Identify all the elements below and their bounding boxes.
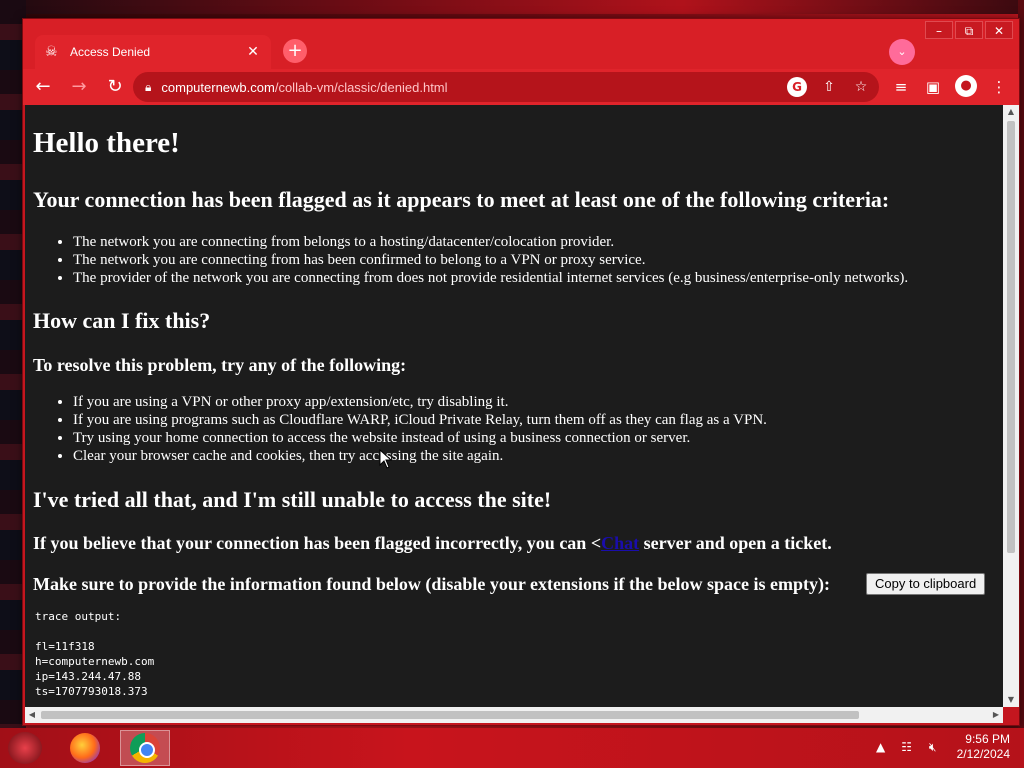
browser-toolbar: ← → ↻ 🔒︎ computernewb.com/collab-vm/clas… [23, 69, 1019, 105]
tried-heading: I've tried all that, and I'm still unabl… [33, 487, 552, 512]
taskbar-chrome[interactable] [120, 730, 170, 766]
firefox-icon [70, 733, 100, 763]
horizontal-scrollbar[interactable]: ◀ ▶ [25, 707, 1003, 723]
trace-label: trace output: [35, 610, 122, 623]
scroll-up-icon[interactable]: ▲ [1003, 105, 1019, 119]
page-viewport: Hello there! Your connection has been fl… [25, 105, 1003, 707]
new-tab-button[interactable]: + [283, 39, 307, 63]
tab-close-icon[interactable]: ✕ [245, 44, 261, 60]
list-item: The network you are connecting from belo… [73, 233, 908, 251]
ticket-paragraph: If you believe that your connection has … [33, 533, 832, 554]
reload-button[interactable]: ↻ [99, 71, 131, 103]
list-item: If you are using a VPN or other proxy ap… [73, 393, 767, 411]
maximize-button[interactable]: ⧉ [955, 21, 983, 39]
copy-to-clipboard-button[interactable]: Copy to clipboard [866, 573, 986, 595]
fixes-list: If you are using a VPN or other proxy ap… [73, 393, 767, 465]
tab-search-button[interactable]: ⌄ [889, 39, 915, 65]
scroll-down-icon[interactable]: ▼ [1003, 693, 1019, 707]
trace-output[interactable]: trace output: fl=11f318 h=computernewb.c… [35, 609, 154, 699]
show-hidden-icons-icon[interactable]: ▲ [873, 740, 889, 754]
forward-button[interactable]: → [63, 71, 95, 103]
vertical-scroll-thumb[interactable] [1007, 121, 1015, 553]
trace-line: ts=1707793018.373 [35, 685, 148, 698]
clock-date: 2/12/2024 [956, 747, 1010, 761]
back-button[interactable]: ← [27, 71, 59, 103]
favicon-icon: ☠ [45, 44, 58, 60]
menu-kebab-icon[interactable]: ⋮ [989, 75, 1009, 99]
list-item: The network you are connecting from has … [73, 251, 908, 269]
url-host: computernewb.com [161, 79, 275, 95]
taskbar: ▲ ☷ 🔇︎ 9:56 PM 2/12/2024 [0, 728, 1024, 768]
page-heading: Hello there! [33, 127, 180, 159]
vertical-scrollbar[interactable]: ▲ ▼ [1003, 105, 1019, 707]
list-item: If you are using programs such as Cloudf… [73, 411, 767, 429]
list-item: Clear your browser cache and cookies, th… [73, 447, 767, 465]
clock-time: 9:56 PM [965, 732, 1010, 746]
trace-line: h=computernewb.com [35, 655, 155, 668]
taskbar-firefox[interactable] [60, 730, 110, 766]
horizontal-scroll-thumb[interactable] [41, 711, 859, 719]
address-bar[interactable]: 🔒︎ computernewb.com/collab-vm/classic/de… [133, 72, 879, 102]
side-panel-icon[interactable]: ▣ [923, 75, 943, 99]
trace-line: ip=143.244.47.88 [35, 670, 141, 683]
list-item: The provider of the network you are conn… [73, 269, 908, 287]
toolbar-right-icons: ≡ ▣ ● ⋮ [891, 75, 1009, 99]
ticket-suffix: server and open a ticket. [639, 533, 832, 553]
reading-list-icon[interactable]: ≡ [891, 75, 911, 99]
tab-access-denied[interactable]: ☠ Access Denied ✕ [35, 35, 271, 69]
network-icon[interactable]: ☷ [899, 740, 915, 754]
desktop-background-top [0, 0, 1024, 14]
chrome-icon [130, 733, 160, 763]
volume-muted-icon[interactable]: 🔇︎ [925, 740, 941, 755]
scroll-right-icon[interactable]: ▶ [989, 707, 1003, 723]
list-item: Try using your home connection to access… [73, 429, 767, 447]
minimize-button[interactable]: – [925, 21, 953, 39]
window-controls: – ⧉ ✕ [925, 21, 1013, 39]
chat-link[interactable]: Chat [601, 533, 639, 553]
flagged-heading: Your connection has been flagged as it a… [33, 187, 890, 212]
bookmark-star-icon[interactable]: ☆ [851, 77, 871, 97]
tab-title: Access Denied [70, 45, 151, 59]
criteria-list: The network you are connecting from belo… [73, 233, 908, 287]
title-bar: – ⧉ ✕ ☠ Access Denied ✕ + ⌄ [23, 19, 1019, 69]
profile-avatar-icon[interactable]: ● [955, 75, 977, 97]
address-bar-icons: G ⇧ ☆ [787, 77, 871, 97]
google-lens-icon[interactable]: G [787, 77, 807, 97]
clock[interactable]: 9:56 PM 2/12/2024 [957, 732, 1010, 762]
trace-line: fl=11f318 [35, 640, 95, 653]
mouse-cursor-icon [379, 449, 393, 469]
resolve-heading: To resolve this problem, try any of the … [33, 355, 407, 375]
scroll-left-icon[interactable]: ◀ [25, 707, 39, 723]
ticket-prefix: If you believe that your connection has … [33, 533, 602, 553]
lock-icon[interactable]: 🔒︎ [145, 80, 151, 95]
info-text: Make sure to provide the information fou… [33, 574, 831, 594]
start-button[interactable] [8, 732, 42, 764]
close-window-button[interactable]: ✕ [985, 21, 1013, 39]
system-tray: ▲ ☷ 🔇︎ 9:56 PM 2/12/2024 [873, 732, 1010, 762]
fix-heading: How can I fix this? [33, 308, 211, 333]
browser-window: – ⧉ ✕ ☠ Access Denied ✕ + ⌄ ← → ↻ 🔒︎ com… [22, 18, 1020, 726]
url-path: /collab-vm/classic/denied.html [274, 79, 448, 95]
share-icon[interactable]: ⇧ [819, 77, 839, 97]
